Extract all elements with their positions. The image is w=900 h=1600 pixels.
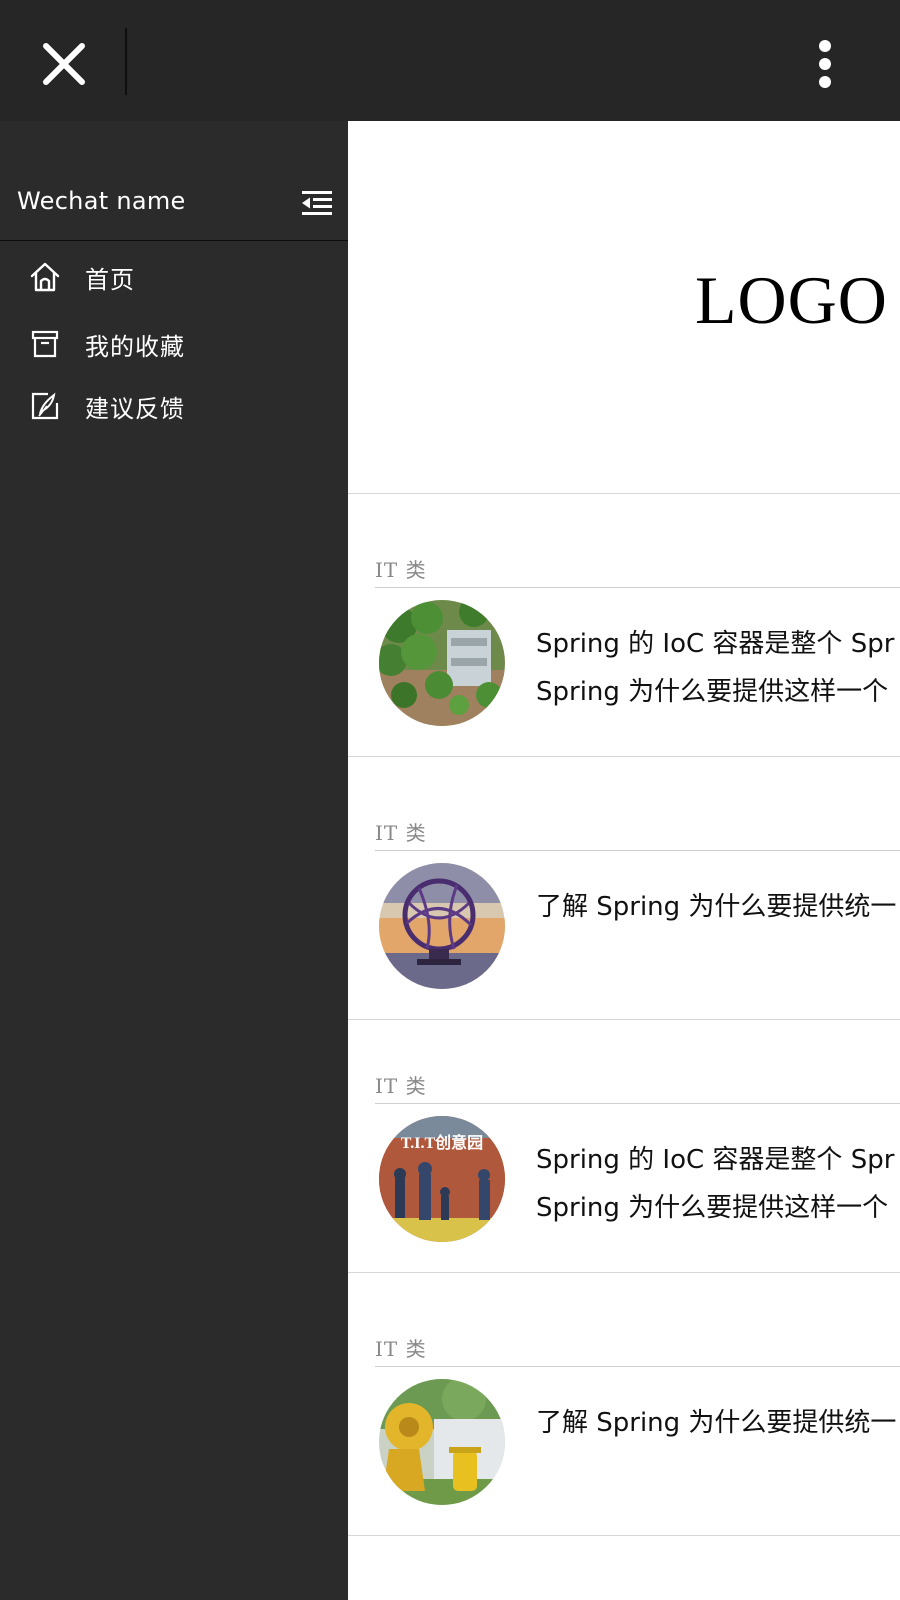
topbar-divider [125,28,127,95]
article-thumbnail[interactable] [379,863,505,989]
summary-line: Spring 为什么要提供这样一个 [536,1193,889,1223]
category-divider [375,1103,900,1104]
sidebar-item-label: 建议反馈 [85,394,185,423]
article-card[interactable]: IT 类 了解 Spring 为什么要提供统一 [348,1273,900,1536]
menu-collapse-icon [302,191,332,215]
category-divider [375,1366,900,1367]
article-thumbnail[interactable]: T.I.T创意园 [379,1116,505,1242]
archive-icon [28,327,62,361]
main-content: LOGO IT 类 Spring 的 IoC 容器是整个 Spr Spring … [348,121,900,1600]
article-summary[interactable]: Spring 的 IoC 容器是整个 Spr Spring 为什么要提供这样一个 [536,620,900,716]
collapse-menu-button[interactable] [300,189,336,219]
category-divider [375,587,900,588]
home-icon [28,260,62,294]
feedback-edit-icon [28,389,62,423]
article-card[interactable]: IT 类 了解 Spring 为什么要提供统一 [348,757,900,1020]
article-category: IT 类 [375,1337,427,1361]
article-category: IT 类 [375,821,427,845]
article-card[interactable]: IT 类 Spring 的 IoC 容器是整个 Spr Spring 为什么要提… [348,494,900,757]
sidebar-item-label: 我的收藏 [85,332,185,361]
summary-line: Spring 的 IoC 容器是整个 Spr [536,1145,895,1175]
close-button[interactable] [30,30,98,98]
sidebar-item-label: 首页 [85,265,135,294]
tit-creative-park-photo: T.I.T创意园 [379,1116,505,1242]
article-thumbnail[interactable] [379,1379,505,1505]
logo: LOGO [695,262,888,338]
sidebar-item-favorites[interactable]: 我的收藏 [0,316,348,372]
summary-line: Spring 为什么要提供这样一个 [536,677,889,707]
article-category: IT 类 [375,558,427,582]
purple-wire-sculpture-photo [379,863,505,989]
article-summary[interactable]: Spring 的 IoC 容器是整个 Spr Spring 为什么要提供这样一个 [536,1136,900,1232]
article-summary[interactable]: 了解 Spring 为什么要提供统一 [536,883,900,931]
summary-line: 了解 Spring 为什么要提供统一 [536,892,897,922]
summary-line: Spring 的 IoC 容器是整个 Spr [536,629,895,659]
yellow-machine-sculpture-photo [379,1379,505,1505]
logo-banner: LOGO [348,121,900,494]
svg-text:T.I.T创意园: T.I.T创意园 [401,1133,483,1152]
sidebar-item-home[interactable]: 首页 [0,249,348,305]
green-ivy-wall-photo [379,600,505,726]
more-options-button[interactable] [805,36,845,92]
article-card[interactable]: IT 类 T.I.T创意园 Spring 的 IoC 容器是整个 Spr Spr… [348,1010,900,1273]
close-icon [43,43,85,85]
article-category: IT 类 [375,1074,427,1098]
category-divider [375,850,900,851]
sidebar-header: Wechat name [0,121,348,241]
sidebar-drawer: Wechat name 首页 我的收藏 建议反馈 [0,121,348,1600]
article-summary[interactable]: 了解 Spring 为什么要提供统一 [536,1399,900,1447]
article-thumbnail[interactable] [379,600,505,726]
sidebar-item-feedback[interactable]: 建议反馈 [0,378,348,434]
user-name: Wechat name [17,187,186,215]
summary-line: 了解 Spring 为什么要提供统一 [536,1408,897,1438]
more-vertical-icon [819,40,831,88]
top-bar [0,0,900,121]
